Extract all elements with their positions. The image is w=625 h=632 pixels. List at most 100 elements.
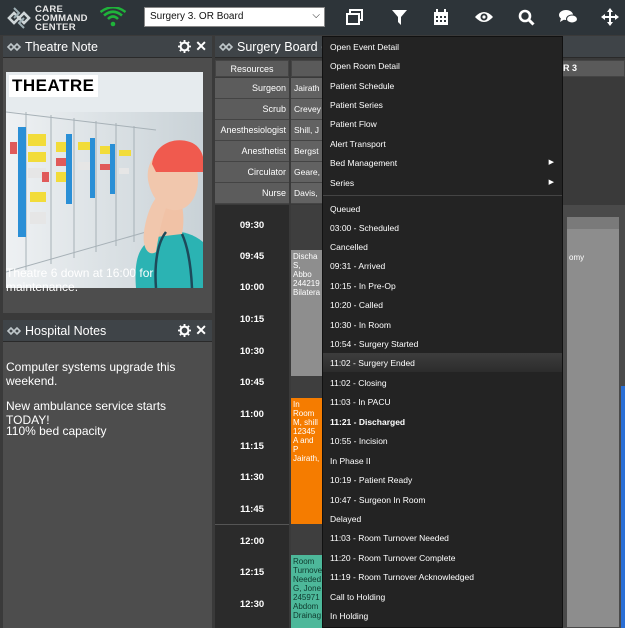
context-menu-item[interactable]: Patient Flow [323, 114, 562, 133]
logo-text: CARE COMMAND CENTER [35, 4, 88, 33]
status-edge-bar [621, 386, 625, 628]
context-menu-item[interactable]: Delayed [323, 509, 562, 528]
drag-handle-icon[interactable] [7, 40, 21, 54]
context-menu-item[interactable]: 10:54 - Surgery Started [323, 334, 562, 353]
gear-icon[interactable] [178, 40, 191, 53]
close-icon[interactable]: ✕ [195, 38, 207, 55]
role-value[interactable]: Shill, J [291, 120, 326, 141]
context-menu-item[interactable]: 10:55 - Incision [323, 431, 562, 450]
context-menu-item[interactable]: Call to Holding [323, 587, 562, 606]
context-menu-item[interactable]: Open Event Detail [323, 37, 562, 56]
search-icon[interactable] [514, 6, 538, 28]
case-block-in-room[interactable]: In Room M, shill 12345 A and P Jairath, [291, 398, 323, 524]
context-menu-item[interactable]: Series ▶ [323, 173, 562, 192]
context-menu-item[interactable]: 11:19 - Room Turnover Acknowledged [323, 567, 562, 586]
calendar-icon[interactable] [429, 6, 453, 28]
hospital-note-item: New ambulance service starts TODAY! [6, 399, 167, 427]
context-menu-item-label: Patient Schedule [330, 81, 395, 91]
role-label: Surgeon [215, 78, 289, 99]
submenu-arrow-icon: ▶ [548, 179, 554, 186]
context-menu-item[interactable]: Bed Management ▶ [323, 153, 562, 172]
role-value[interactable]: Geare, [291, 162, 326, 183]
context-menu-item[interactable]: 10:30 - In Room [323, 315, 562, 334]
theatre-photo: THEATRE [6, 72, 203, 288]
context-menu-item-label: 10:47 - Surgeon In Room [330, 495, 426, 505]
logo-icon [7, 7, 31, 29]
context-menu-item[interactable]: 11:02 - Surgery Ended [323, 353, 562, 372]
context-menu-item-label: Patient Series [330, 100, 383, 110]
case-block-turnover[interactable]: Room Turnove Needed G, Jone 245971 Abdom… [291, 555, 323, 628]
filter-icon[interactable] [387, 6, 411, 28]
wifi-signal-icon [100, 7, 126, 27]
role-label: Anesthesiologist [215, 120, 289, 141]
context-menu-item[interactable]: 09:31 - Arrived [323, 256, 562, 275]
time-slot: 09:30 [215, 208, 289, 240]
role-label: Scrub [215, 99, 289, 120]
time-slot: 12:00 [215, 528, 289, 560]
theatre-note-header[interactable]: Theatre Note ✕ [3, 36, 212, 58]
context-menu-item-label: In Holding [330, 611, 369, 621]
time-slot: 10:45 [215, 368, 289, 400]
role-value[interactable]: Crevey [291, 99, 326, 120]
context-menu-item[interactable]: 10:20 - Called [323, 295, 562, 314]
hospital-notes-header[interactable]: Hospital Notes ✕ [3, 320, 212, 342]
time-slot: 12:30 [215, 592, 289, 624]
context-menu-item[interactable]: Patient Series [323, 95, 562, 114]
context-menu-item-label: 11:21 - Discharged [330, 417, 406, 427]
care-command-center-app: CARE COMMAND CENTER Surgery 3. OR Board … [0, 0, 625, 628]
board-select-dropdown[interactable]: Surgery 3. OR Board ⌵ [144, 7, 325, 27]
context-menu-item-label: Series [330, 178, 355, 188]
context-menu-item-label: Open Event Detail [330, 42, 399, 52]
context-menu-item[interactable]: Cancelled [323, 237, 562, 256]
context-menu-item[interactable]: Alert Transport [323, 134, 562, 153]
context-menu-item-label: Bed Management [330, 158, 398, 168]
context-menu-item[interactable]: In Holding [323, 606, 562, 625]
window-icon[interactable] [343, 6, 367, 28]
context-menu-item-label: Patient Flow [330, 119, 377, 129]
hospital-notes-panel: Hospital Notes ✕ Computer systems upgrad… [3, 320, 212, 628]
time-slot: 11:00 [215, 400, 289, 432]
close-icon[interactable]: ✕ [195, 322, 207, 339]
context-menu-item[interactable]: 11:03 - Room Turnover Needed [323, 528, 562, 547]
hour-divider [215, 524, 289, 525]
context-menu-item[interactable]: 10:15 - In Pre-Op [323, 276, 562, 295]
chat-icon[interactable] [556, 6, 580, 28]
role-value[interactable]: Davis, [291, 183, 326, 204]
context-menu-item-label: Open Room Detail [330, 61, 400, 71]
context-menu-item[interactable]: Queued [323, 199, 562, 218]
context-menu-item[interactable]: Patient Schedule [323, 76, 562, 95]
role-value[interactable]: Jairath [291, 78, 326, 99]
surgery-board-title: Surgery Board ( [237, 40, 326, 54]
drag-handle-icon[interactable] [219, 40, 233, 54]
context-menu-item-label: 10:54 - Surgery Started [330, 339, 419, 349]
context-menu-item[interactable]: 10:19 - Patient Ready [323, 470, 562, 489]
event-context-menu: Open Event Detail Open Room Detail Patient… [322, 36, 563, 628]
drag-handle-icon[interactable] [7, 324, 21, 338]
context-menu-item[interactable]: 11:03 - In PACU [323, 392, 562, 411]
context-menu-item[interactable]: 03:00 - Scheduled [323, 218, 562, 237]
context-menu-item-label: Delayed [330, 514, 362, 524]
eye-icon[interactable] [472, 6, 496, 28]
role-value[interactable]: Bergst [291, 141, 326, 162]
role-label: Circulator [215, 162, 289, 183]
context-menu-item[interactable]: 10:47 - Surgeon In Room [323, 490, 562, 509]
context-menu-item[interactable]: Open Room Detail [323, 56, 562, 75]
context-menu-item[interactable]: 11:21 - Discharged [323, 412, 562, 431]
context-menu-item[interactable]: In Phase II [323, 451, 562, 470]
resources-column-header: Resources [215, 60, 289, 77]
context-menu-item[interactable]: 11:02 - Closing [323, 373, 562, 392]
context-menu-item[interactable]: 11:20 - Room Turnover Complete [323, 548, 562, 567]
theatre-note-panel: Theatre Note ✕ THEATRE Theatre 6 down at… [3, 36, 212, 313]
context-menu-item-label: 10:55 - Incision [330, 436, 388, 446]
theatre-image-label: THEATRE [9, 75, 98, 97]
room-header-label: R 3 [563, 63, 578, 73]
case-card-right[interactable]: omy [567, 217, 619, 627]
case-block-discharged[interactable]: Discha S, Abbo 244219 Bilatera [291, 250, 323, 376]
time-slot: 11:15 [215, 432, 289, 464]
time-slot: 10:15 [215, 304, 289, 336]
role-label: Anesthetist [215, 141, 289, 162]
move-icon[interactable] [598, 6, 622, 28]
top-toolbar: CARE COMMAND CENTER Surgery 3. OR Board … [0, 0, 625, 35]
gear-icon[interactable] [178, 324, 191, 337]
context-menu-item-label: 11:02 - Closing [330, 378, 387, 388]
